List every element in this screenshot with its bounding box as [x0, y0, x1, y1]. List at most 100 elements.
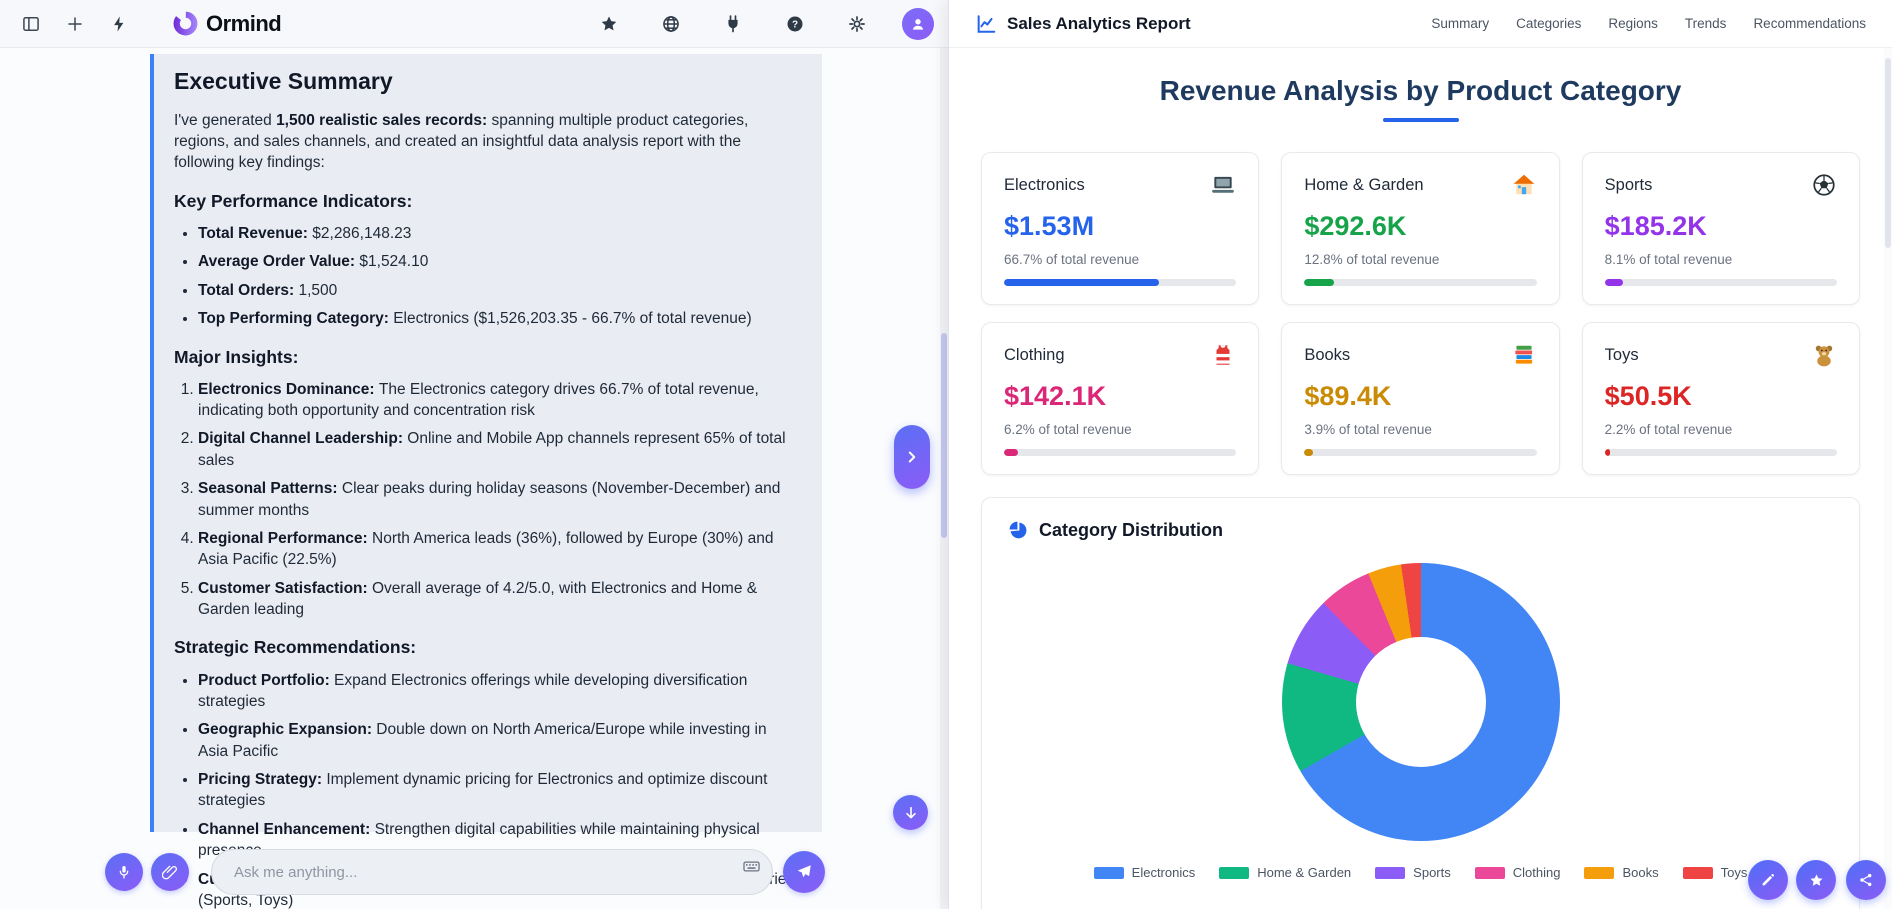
language-button[interactable]	[654, 7, 688, 41]
svg-text:?: ?	[792, 19, 798, 30]
nav-categories[interactable]: Categories	[1516, 16, 1581, 31]
doc-title: Executive Summary	[174, 66, 800, 98]
list-item: Top Performing CategoryElectronics ($1,5…	[198, 308, 800, 329]
list-item: Pricing StrategyImplement dynamic pricin…	[198, 769, 800, 812]
list-item: Electronics DominanceThe Electronics cat…	[198, 379, 800, 422]
pie-chart-icon	[1008, 520, 1029, 541]
category-card-electronics: Electronics $1.53M 66.7% of total revenu…	[981, 152, 1259, 305]
chat-panel: Ormind ? Executive Summary I've g	[0, 0, 948, 909]
sidebar-toggle-button[interactable]	[14, 7, 48, 41]
list-item: Total Revenue$2,286,148.23	[198, 223, 800, 244]
soccer-ball-icon	[1811, 172, 1837, 198]
title-underline	[1383, 118, 1459, 122]
doc-intro: I've generated 1,500 realistic sales rec…	[174, 110, 800, 174]
category-distribution-card: Category Distribution Electronics Home &…	[981, 497, 1860, 909]
shirt-icon	[1210, 342, 1236, 368]
legend-swatch	[1475, 867, 1505, 879]
attach-button[interactable]	[151, 853, 189, 891]
plus-icon	[66, 15, 84, 33]
page-title: Revenue Analysis by Product Category	[949, 75, 1892, 107]
settings-button[interactable]	[840, 7, 874, 41]
legend-swatch	[1683, 867, 1713, 879]
books-icon	[1511, 342, 1537, 368]
help-button[interactable]: ?	[778, 7, 812, 41]
new-chat-button[interactable]	[58, 7, 92, 41]
expand-panel-button[interactable]	[894, 425, 930, 489]
globe-icon	[661, 14, 681, 34]
kpi-heading: Key Performance Indicators:	[174, 189, 800, 213]
category-cards: Electronics $1.53M 66.7% of total revenu…	[981, 152, 1860, 475]
mic-button[interactable]	[105, 853, 143, 891]
favorite-button[interactable]	[1796, 860, 1836, 900]
sidebar-toggle-icon	[21, 14, 41, 34]
legend-swatch	[1375, 867, 1405, 879]
list-item: Seasonal PatternsClear peaks during holi…	[198, 478, 800, 521]
legend-swatch	[1094, 867, 1124, 879]
insights-list: Electronics DominanceThe Electronics cat…	[174, 379, 800, 621]
report-panel: Sales Analytics Report Summary Categorie…	[948, 0, 1892, 909]
list-item: Total Orders1,500	[198, 280, 800, 301]
send-button[interactable]	[783, 851, 825, 893]
list-item: Geographic ExpansionDouble down on North…	[198, 719, 800, 762]
chat-input[interactable]	[211, 849, 773, 895]
gear-icon	[847, 14, 867, 34]
nav-trends[interactable]: Trends	[1685, 16, 1727, 31]
paperclip-icon	[162, 864, 178, 880]
progress-bar	[1605, 449, 1610, 456]
help-icon: ?	[785, 14, 805, 34]
nav-regions[interactable]: Regions	[1608, 16, 1658, 31]
category-card-clothing: Clothing $142.1K 6.2% of total revenue	[981, 322, 1259, 475]
report-scrollbar-thumb[interactable]	[1885, 58, 1891, 248]
list-item: Average Order Value$1,524.10	[198, 251, 800, 272]
star-icon	[599, 14, 619, 34]
legend-item[interactable]: Toys	[1683, 865, 1748, 880]
report-nav: Summary Categories Regions Trends Recomm…	[1431, 16, 1866, 31]
house-icon	[1511, 172, 1537, 198]
chat-input-bar	[0, 831, 948, 909]
donut-chart-wrap	[1282, 563, 1560, 841]
edit-button[interactable]	[1748, 860, 1788, 900]
share-icon	[1858, 872, 1874, 888]
recs-heading: Strategic Recommendations:	[174, 635, 800, 659]
report-title: Sales Analytics Report	[1007, 14, 1191, 34]
list-item: Product PortfolioExpand Electronics offe…	[198, 670, 800, 713]
user-avatar[interactable]	[902, 8, 934, 40]
legend-item[interactable]: Home & Garden	[1219, 865, 1351, 880]
scroll-to-bottom-button[interactable]	[893, 795, 928, 830]
teddy-bear-icon	[1811, 342, 1837, 368]
nav-recommendations[interactable]: Recommendations	[1753, 16, 1866, 31]
legend-item[interactable]: Sports	[1375, 865, 1451, 880]
legend-swatch	[1219, 867, 1249, 879]
chevron-right-icon	[903, 448, 921, 466]
category-card-sports: Sports $185.2K 8.1% of total revenue	[1582, 152, 1860, 305]
distribution-title: Category Distribution	[1039, 520, 1223, 541]
category-card-books: Books $89.4K 3.9% of total revenue	[1281, 322, 1559, 475]
laptop-icon	[1210, 172, 1236, 198]
legend-item[interactable]: Books	[1584, 865, 1658, 880]
send-icon	[795, 863, 813, 881]
favorites-button[interactable]	[592, 7, 626, 41]
category-card-home-garden: Home & Garden $292.6K 12.8% of total rev…	[1281, 152, 1559, 305]
person-icon	[909, 15, 927, 33]
list-item: Digital Channel LeadershipOnline and Mob…	[198, 428, 800, 471]
star-icon	[1808, 872, 1825, 889]
kpi-list: Total Revenue$2,286,148.23 Average Order…	[174, 223, 800, 330]
progress-bar	[1605, 279, 1624, 286]
line-chart-icon	[975, 13, 997, 35]
report-header: Sales Analytics Report Summary Categorie…	[949, 0, 1892, 48]
integrations-button[interactable]	[716, 7, 750, 41]
plug-icon	[723, 14, 743, 34]
legend-item[interactable]: Clothing	[1475, 865, 1561, 880]
share-button[interactable]	[1846, 860, 1886, 900]
quick-actions-button[interactable]	[102, 7, 136, 41]
legend-item[interactable]: Electronics	[1094, 865, 1196, 880]
report-scrollbar-track[interactable]	[1884, 48, 1892, 909]
keyboard-icon[interactable]	[742, 857, 761, 881]
chat-scrollbar-track[interactable]	[940, 48, 948, 909]
chat-topbar: Ormind ?	[0, 0, 948, 48]
progress-bar	[1304, 279, 1334, 286]
arrow-down-icon	[903, 805, 919, 821]
nav-summary[interactable]: Summary	[1431, 16, 1489, 31]
chat-scrollbar-thumb[interactable]	[941, 333, 947, 538]
lightning-icon	[110, 15, 128, 33]
